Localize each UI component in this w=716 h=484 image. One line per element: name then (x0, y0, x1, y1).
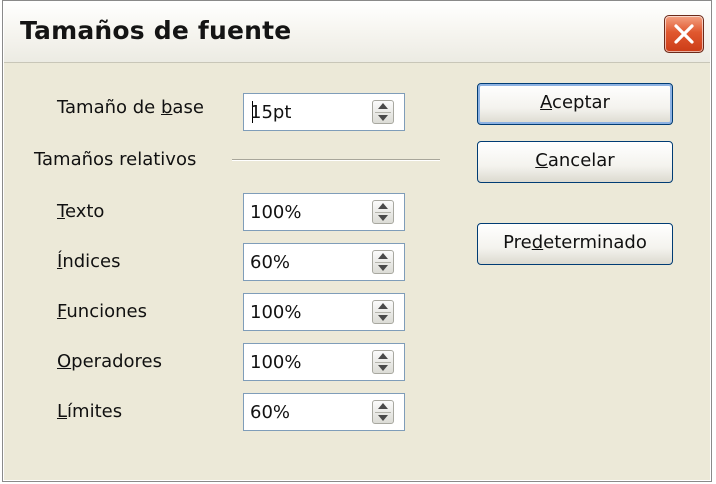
font-sizes-dialog: Tamaños de fuente Tamaño de base 15pt Ta… (2, 0, 712, 482)
functions-size-spinbox[interactable]: 100% (243, 293, 405, 331)
indexes-size-spinbox[interactable]: 60% (243, 243, 405, 281)
close-button[interactable] (664, 15, 704, 53)
spin-up-arrow-icon[interactable] (378, 403, 388, 409)
text-size-label: Texto (57, 201, 105, 222)
spin-up-arrow-icon[interactable] (378, 203, 388, 209)
spin-stepper[interactable] (372, 350, 394, 374)
accept-button[interactable]: Aceptar (477, 83, 673, 125)
spin-up-arrow-icon[interactable] (378, 103, 388, 109)
close-x-icon (674, 24, 694, 44)
spin-stepper[interactable] (372, 300, 394, 324)
spin-down-arrow-icon[interactable] (378, 315, 388, 321)
limits-size-spinbox[interactable]: 60% (243, 393, 405, 431)
functions-size-label: Funciones (57, 301, 147, 322)
spin-down-arrow-icon[interactable] (378, 215, 388, 221)
indexes-size-label: Índices (57, 251, 121, 272)
relative-sizes-group-label: Tamaños relativos (34, 149, 197, 170)
spin-down-arrow-icon[interactable] (378, 265, 388, 271)
spin-down-arrow-icon[interactable] (378, 415, 388, 421)
spin-down-arrow-icon[interactable] (378, 115, 388, 121)
base-size-spinbox[interactable]: 15pt (243, 93, 405, 131)
spin-stepper[interactable] (372, 400, 394, 424)
dialog-title: Tamaños de fuente (20, 16, 292, 45)
base-size-label: Tamaño de base (57, 97, 204, 118)
spin-up-arrow-icon[interactable] (378, 253, 388, 259)
operators-size-value[interactable]: 100% (250, 352, 301, 373)
text-size-value[interactable]: 100% (250, 202, 301, 223)
spin-stepper[interactable] (372, 200, 394, 224)
dialog-body: Tamaño de base 15pt Tamaños relativos Te… (3, 63, 711, 481)
text-size-spinbox[interactable]: 100% (243, 193, 405, 231)
spin-up-arrow-icon[interactable] (378, 303, 388, 309)
spin-up-arrow-icon[interactable] (378, 353, 388, 359)
cancel-button[interactable]: Cancelar (477, 141, 673, 183)
operators-size-spinbox[interactable]: 100% (243, 343, 405, 381)
default-button[interactable]: Predeterminado (477, 223, 673, 265)
indexes-size-value[interactable]: 60% (250, 252, 290, 273)
spin-stepper[interactable] (372, 250, 394, 274)
functions-size-value[interactable]: 100% (250, 302, 301, 323)
spin-stepper[interactable] (372, 100, 394, 124)
limits-size-value[interactable]: 60% (250, 402, 290, 423)
title-bar[interactable]: Tamaños de fuente (4, 2, 710, 63)
base-size-value[interactable]: 15pt (250, 102, 291, 123)
limits-size-label: Límites (57, 401, 123, 422)
spin-down-arrow-icon[interactable] (378, 365, 388, 371)
operators-size-label: Operadores (57, 351, 162, 372)
group-divider (232, 159, 440, 160)
